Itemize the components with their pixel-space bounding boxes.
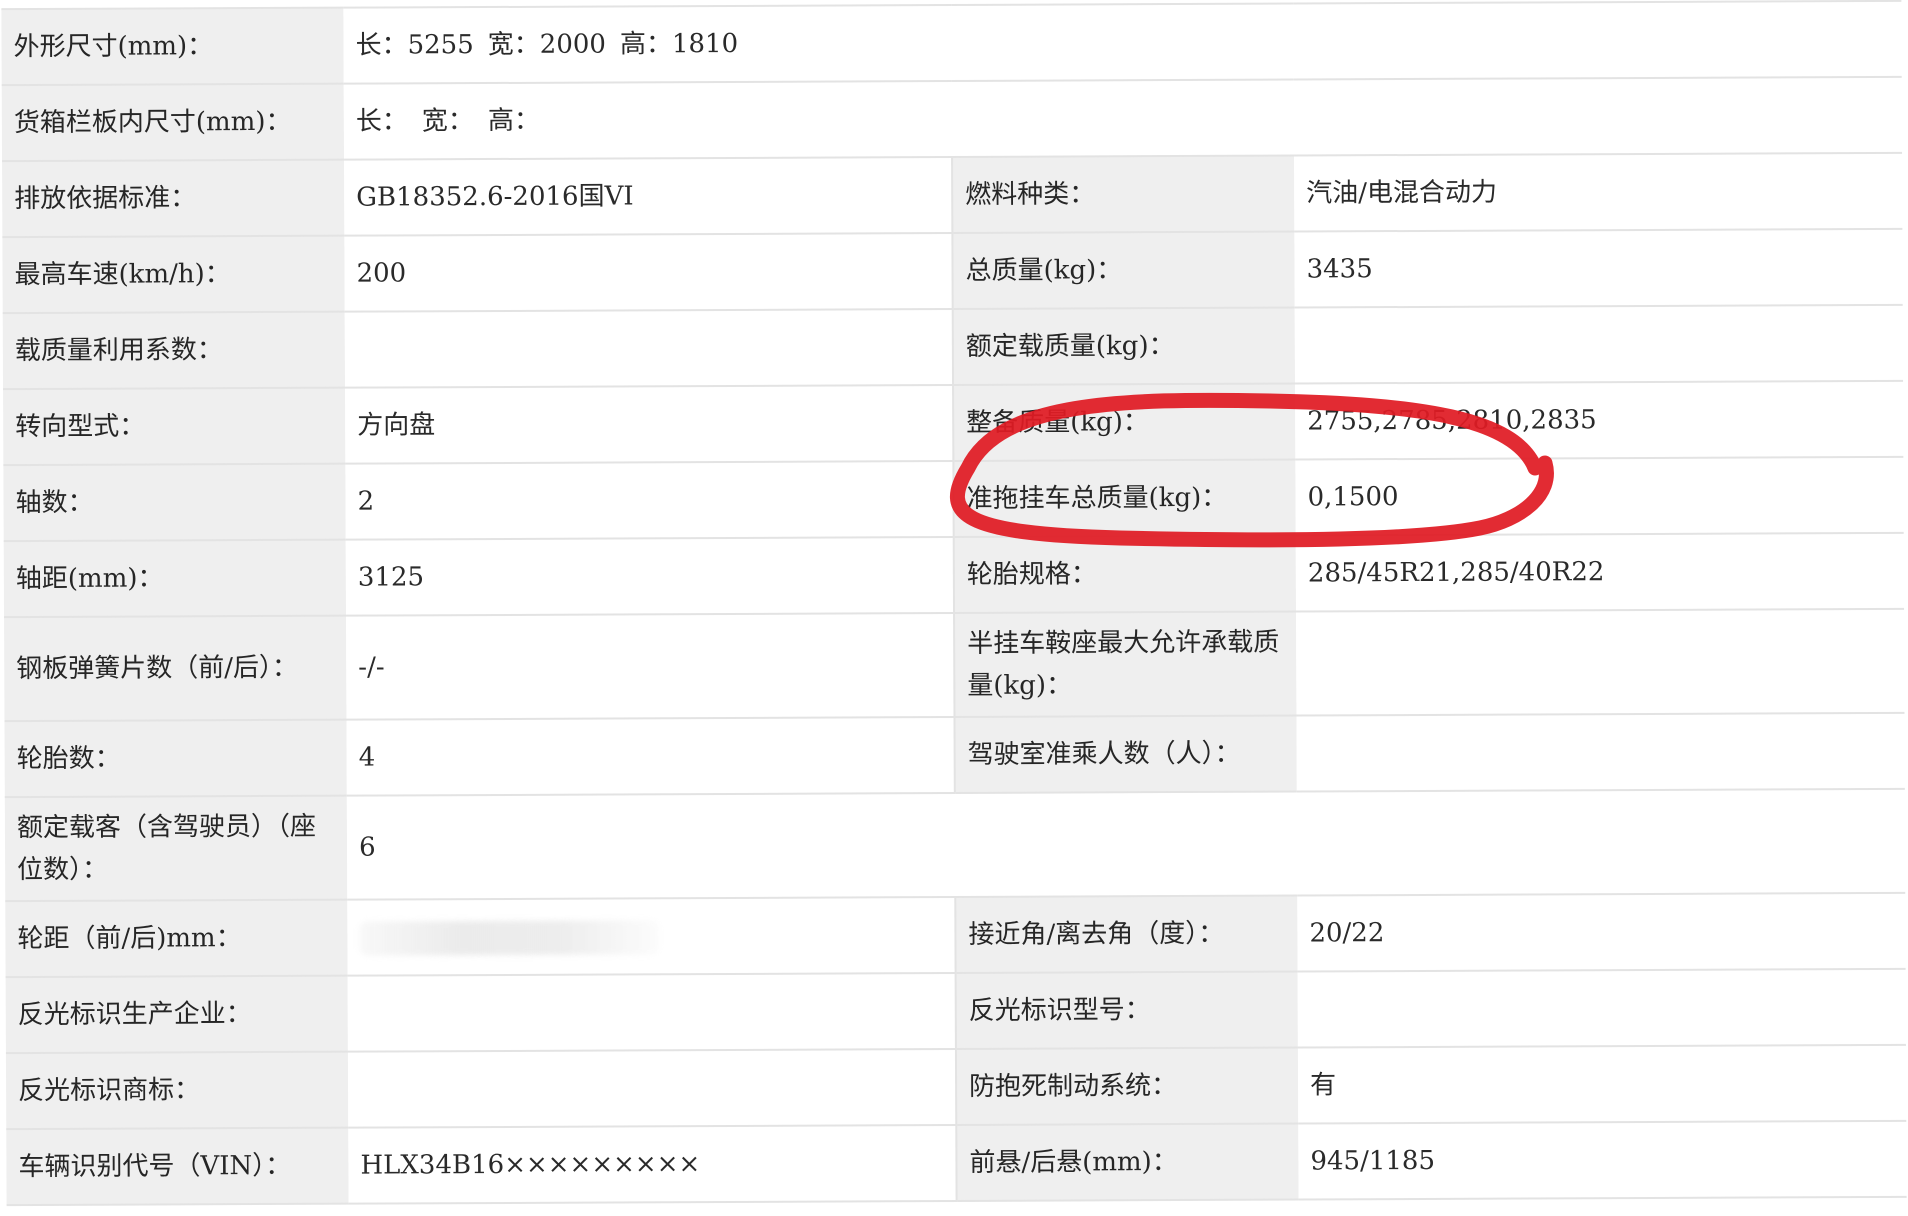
row-value bbox=[347, 972, 956, 1052]
table-row: 轮胎数： 4 驾驶室准乘人数（人）： bbox=[4, 712, 1905, 798]
row-label: 轮距（前/后)mm： bbox=[5, 899, 348, 978]
row-value: 3125 bbox=[345, 537, 955, 616]
row-label: 燃料种类： bbox=[952, 155, 1295, 234]
row-label: 钢板弹簧片数（前/后）： bbox=[4, 615, 347, 722]
row-label: 车辆识别代号（VIN）： bbox=[6, 1127, 349, 1206]
row-value: 4 bbox=[346, 716, 955, 796]
row-label: 排放依据标准： bbox=[2, 159, 345, 238]
table-row: 轴距(mm)： 3125 轮胎规格： 285/45R21,285/40R22 bbox=[3, 532, 1905, 618]
row-value: -/- bbox=[346, 612, 955, 720]
table-row: 排放依据标准： GB18352.6-2016国VI 燃料种类： 汽油/电混合动力 bbox=[2, 152, 1903, 238]
row-label: 接近角/离去角（度）： bbox=[955, 895, 1298, 973]
table-row: 车辆识别代号（VIN）： HLX34B16××××××××× 前悬/后悬(mm)… bbox=[6, 1120, 1907, 1206]
table-row: 反光标识生产企业： 反光标识型号： bbox=[5, 968, 1906, 1054]
row-value: 2 bbox=[345, 461, 954, 540]
table-row: 转向型式： 方向盘 整备质量(kg)： 2755,2785,2810,2835 bbox=[3, 380, 1904, 466]
row-value bbox=[1296, 712, 1905, 792]
redacted-blur bbox=[359, 920, 660, 956]
row-label: 额定载客（含驾驶员）（座位数）： bbox=[4, 795, 348, 902]
table-row: 轮距（前/后)mm： 接近角/离去角（度）： 20/22 bbox=[5, 892, 1906, 978]
row-value: HLX34B16××××××××× bbox=[348, 1124, 957, 1204]
row-value: 2755,2785,2810,2835 bbox=[1295, 380, 1904, 460]
row-label: 驾驶室准乘人数（人）： bbox=[954, 715, 1297, 793]
row-label: 整备质量(kg)： bbox=[953, 383, 1296, 462]
row-value bbox=[1296, 608, 1905, 716]
table-row: 载质量利用系数： 额定载质量(kg)： bbox=[2, 304, 1904, 390]
highlighted-label: 准拖挂车总质量(kg)： bbox=[953, 459, 1296, 538]
row-label: 额定载质量(kg)： bbox=[952, 307, 1296, 386]
row-value: 方向盘 bbox=[345, 385, 954, 464]
highlighted-value: 0,1500 bbox=[1295, 456, 1904, 536]
row-value bbox=[344, 309, 954, 388]
row-value bbox=[347, 1048, 957, 1128]
row-label: 转向型式： bbox=[3, 387, 346, 466]
row-label: 防抱死制动系统： bbox=[955, 1047, 1299, 1125]
spec-sheet: 外形尺寸(mm)： 长：5255 宽：2000 高：1810 货箱栏板内尺寸(mm)… bbox=[0, 0, 1908, 1216]
row-label: 反光标识型号： bbox=[955, 971, 1298, 1049]
vehicle-spec-table: 外形尺寸(mm)： 长：5255 宽：2000 高：1810 货箱栏板内尺寸(mm)… bbox=[1, 0, 1907, 1207]
row-label: 外形尺寸(mm)： bbox=[1, 7, 344, 86]
row-value: 200 bbox=[344, 233, 953, 312]
table-row: 额定载客（含驾驶员）（座位数）： 6 bbox=[4, 788, 1906, 902]
row-value bbox=[1297, 968, 1906, 1048]
row-value: 有 bbox=[1297, 1044, 1907, 1124]
row-label: 总质量(kg)： bbox=[952, 231, 1295, 310]
dimension-value: 长：5255 宽：2000 高：1810 bbox=[343, 0, 1902, 84]
row-value: 20/22 bbox=[1297, 892, 1906, 972]
row-label: 前悬/后悬(mm)： bbox=[956, 1123, 1299, 1201]
row-value bbox=[1294, 304, 1904, 384]
table-row: 反光标识商标： 防抱死制动系统： 有 bbox=[5, 1044, 1907, 1130]
row-label: 最高车速(km/h)： bbox=[2, 235, 345, 314]
row-label: 反光标识商标： bbox=[5, 1051, 349, 1130]
blurred-value bbox=[347, 896, 956, 976]
row-label: 货箱栏板内尺寸(mm)： bbox=[1, 83, 345, 162]
row-label: 反光标识生产企业： bbox=[5, 975, 348, 1054]
table-row: 外形尺寸(mm)： 长：5255 宽：2000 高：1810 bbox=[1, 0, 1902, 86]
row-value: 6 bbox=[346, 788, 1906, 900]
row-label: 轮胎数： bbox=[4, 719, 347, 798]
row-value: 285/45R21,285/40R22 bbox=[1295, 532, 1905, 612]
cargo-dimension-value: 长： 宽： 高： bbox=[343, 76, 1903, 160]
row-label: 半挂车鞍座最大允许承载质量(kg)： bbox=[954, 611, 1297, 717]
row-value: 汽油/电混合动力 bbox=[1294, 152, 1903, 232]
row-label: 轴距(mm)： bbox=[3, 539, 347, 618]
row-label: 轮胎规格： bbox=[953, 535, 1297, 613]
table-row: 钢板弹簧片数（前/后）： -/- 半挂车鞍座最大允许承载质量(kg)： bbox=[4, 608, 1905, 722]
row-label: 载质量利用系数： bbox=[2, 311, 346, 390]
table-row: 轴数： 2 准拖挂车总质量(kg)： 0,1500 bbox=[3, 456, 1904, 542]
table-row: 最高车速(km/h)： 200 总质量(kg)： 3435 bbox=[2, 228, 1903, 314]
row-value: 945/1185 bbox=[1298, 1120, 1907, 1200]
row-label: 轴数： bbox=[3, 463, 346, 542]
table-row: 货箱栏板内尺寸(mm)： 长： 宽： 高： bbox=[1, 76, 1903, 162]
row-value: GB18352.6-2016国VI bbox=[344, 157, 953, 236]
row-value: 3435 bbox=[1294, 228, 1903, 308]
